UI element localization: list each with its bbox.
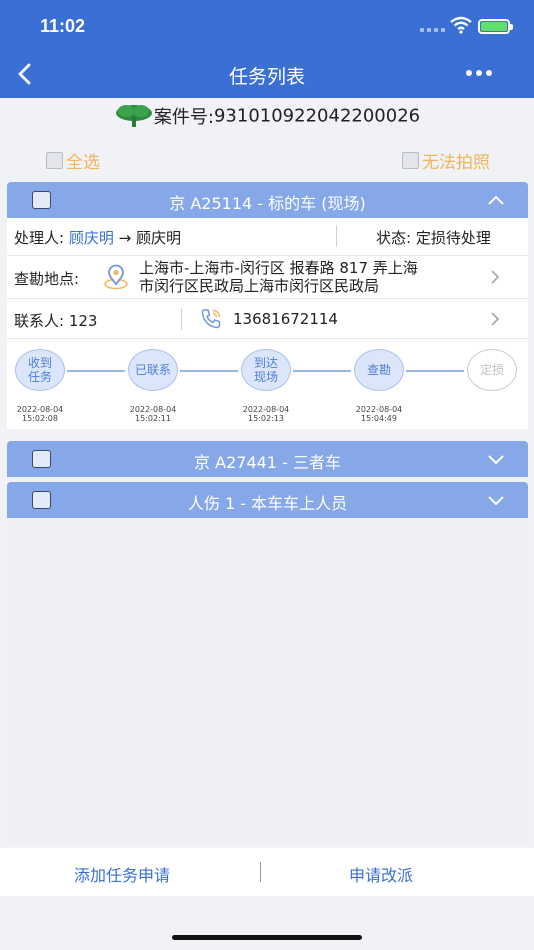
- signal-icon: [420, 28, 445, 32]
- handler-from: 顾庆明: [68, 229, 114, 247]
- handler-arrow: →: [118, 229, 132, 247]
- step-connector: [67, 370, 125, 372]
- task-header[interactable]: 京 A25114 - 标的车 (现场): [7, 182, 528, 218]
- select-row: 全选 无法拍照: [0, 148, 534, 174]
- status-value: 定损待处理: [415, 229, 491, 247]
- task-title: 京 A27441 - 三者车: [194, 453, 341, 472]
- divider: [181, 308, 182, 330]
- location-row[interactable]: 查勘地点: 上海市-上海市-闵行区 报春路 817 弄上海 市闵行区民政局上海市…: [7, 256, 528, 299]
- task-group: 京 A27441 - 三者车: [7, 441, 528, 477]
- more-icon[interactable]: [466, 70, 492, 76]
- checkbox-icon: [402, 152, 419, 169]
- contact-label: 联系人:: [14, 312, 65, 330]
- task-title: 京 A25114 - 标的车 (现场): [169, 194, 366, 213]
- handler-to: 顾庆明: [136, 229, 182, 247]
- home-indicator: [172, 935, 362, 940]
- step-circle: 已联系: [128, 349, 178, 391]
- task-detail: 处理人: 顾庆明 → 顾庆明 状态: 定损待处理 查勘地点: 上海市-上海市-闵…: [7, 218, 528, 429]
- task-group: 京 A25114 - 标的车 (现场) 处理人: 顾庆明 → 顾庆明 状态: 定…: [7, 182, 528, 429]
- step-time: 15:02:13: [248, 414, 284, 423]
- chevron-up-icon[interactable]: [487, 194, 505, 206]
- status-time: 11:02: [40, 16, 86, 36]
- step-received: 收到 任务 2022-08-04 15:02:08: [14, 349, 66, 423]
- cannot-photo-checkbox[interactable]: 无法拍照: [402, 148, 490, 173]
- select-all-checkbox[interactable]: 全选: [46, 148, 100, 173]
- contact-phone: 13681672114: [233, 310, 338, 328]
- phone-icon[interactable]: [199, 307, 223, 331]
- reassign-button[interactable]: 申请改派: [349, 862, 413, 886]
- step-circle: 到达 现场: [241, 349, 291, 391]
- nav-bar: 任务列表: [0, 50, 534, 98]
- step-time: 15:02:11: [135, 414, 171, 423]
- contact-name: 123: [68, 312, 98, 330]
- map-pin-icon: [104, 264, 128, 290]
- task-group: 人伤 1 - 本车车上人员: [7, 482, 528, 518]
- step-survey: 查勘 2022-08-04 15:04:49: [353, 349, 405, 423]
- location-label: 查勘地点:: [14, 270, 80, 288]
- status-label: 状态:: [376, 229, 412, 247]
- add-task-button[interactable]: 添加任务申请: [74, 862, 170, 886]
- step-connector: [180, 370, 238, 372]
- step-time: 15:04:49: [361, 414, 397, 423]
- select-all-label: 全选: [66, 153, 100, 173]
- divider: [260, 862, 261, 882]
- step-circle: 收到 任务: [15, 349, 65, 391]
- step-circle: 查勘: [354, 349, 404, 391]
- chevron-right-icon: [491, 270, 500, 284]
- checkbox-icon: [46, 152, 63, 169]
- handler-label: 处理人:: [14, 229, 65, 247]
- status-bar: 11:02: [0, 0, 534, 50]
- step-date: 2022-08-04: [16, 405, 64, 414]
- task-header[interactable]: 人伤 1 - 本车车上人员: [7, 482, 528, 518]
- step-date: 2022-08-04: [129, 405, 177, 414]
- step-connector: [406, 370, 464, 372]
- contact-row[interactable]: 联系人: 123 13681672114: [7, 299, 528, 339]
- battery-icon: [478, 19, 513, 34]
- chevron-down-icon[interactable]: [487, 453, 505, 465]
- tree-logo-icon: [115, 105, 152, 127]
- chevron-right-icon: [491, 312, 500, 326]
- page-title: 任务列表: [228, 66, 305, 88]
- location-line1: 上海市-上海市-闵行区 报春路 817 弄上海: [139, 259, 418, 277]
- step-assessment: 定损: [466, 349, 518, 391]
- step-date: 2022-08-04: [242, 405, 290, 414]
- case-number-value: 931010922042200026: [213, 105, 421, 127]
- step-date: 2022-08-04: [355, 405, 403, 414]
- step-arrived: 到达 现场 2022-08-04 15:02:13: [240, 349, 292, 423]
- bottom-action-bar: 添加任务申请 申请改派: [0, 848, 534, 896]
- handler-row: 处理人: 顾庆明 → 顾庆明 状态: 定损待处理: [7, 218, 528, 256]
- task-title: 人伤 1 - 本车车上人员: [187, 494, 348, 513]
- empty-list-area: [7, 519, 528, 844]
- step-circle: 定损: [467, 349, 517, 391]
- task-header[interactable]: 京 A27441 - 三者车: [7, 441, 528, 477]
- progress-steps: 收到 任务 2022-08-04 15:02:08 已联系 2022-08-04 15…: [7, 339, 528, 429]
- step-connector: [293, 370, 351, 372]
- step-time: 15:02:08: [22, 414, 58, 423]
- cannot-photo-label: 无法拍照: [422, 153, 490, 173]
- step-contacted: 已联系 2022-08-04 15:02:11: [127, 349, 179, 423]
- case-number-label: 案件号:: [153, 107, 214, 128]
- divider: [336, 225, 337, 247]
- location-line2: 市闵行区民政局上海市闵行区民政局: [139, 277, 380, 295]
- chevron-down-icon[interactable]: [487, 494, 505, 506]
- case-number-row: 案件号:931010922042200026: [0, 103, 534, 137]
- wifi-icon: [450, 16, 472, 34]
